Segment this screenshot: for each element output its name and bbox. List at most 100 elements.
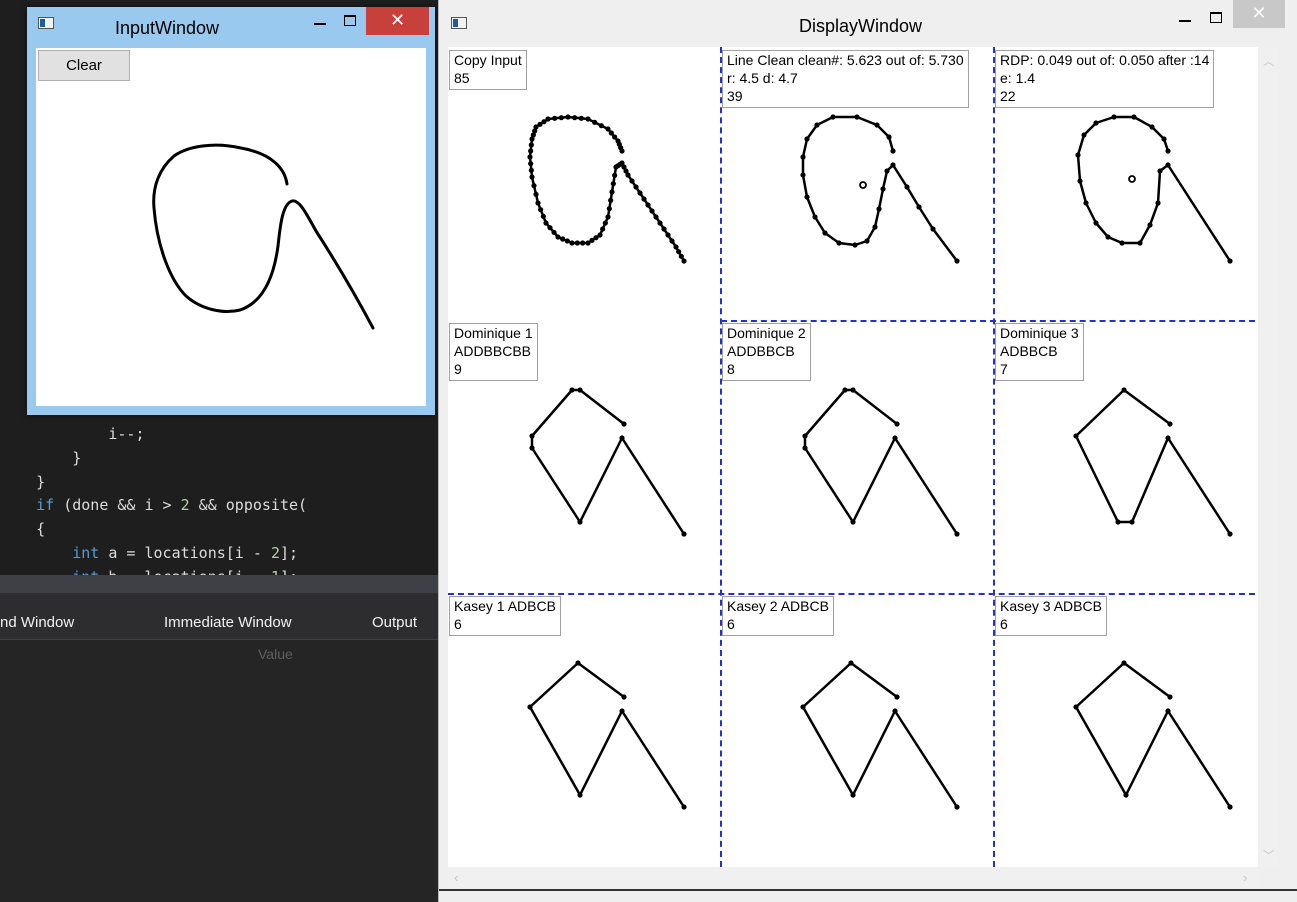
stroke-point <box>802 433 808 439</box>
stroke-point <box>610 181 616 187</box>
stroke-point <box>904 184 910 190</box>
stroke-point <box>1165 435 1171 441</box>
stroke-point <box>892 708 898 714</box>
cell-info-line: RDP: 0.049 out of: 0.050 after :14 <box>1000 52 1210 68</box>
stroke-point <box>605 126 611 132</box>
minimize-button[interactable] <box>305 9 335 33</box>
stroke-path <box>803 388 959 536</box>
app-icon <box>38 17 54 29</box>
stroke-point <box>1121 660 1127 666</box>
cell-info-line: 6 <box>1000 616 1008 632</box>
stroke-point <box>1165 148 1171 154</box>
cell-info-line: 22 <box>1000 88 1016 104</box>
stroke-point <box>800 172 806 178</box>
result-cell: Kasey 1 ADBCB 6 <box>448 593 720 865</box>
result-cell: Copy Input 85 <box>448 47 720 319</box>
stroke-point <box>1165 708 1171 714</box>
result-cell: Dominique 1 ADDBBCBB 9 <box>448 320 720 592</box>
cell-info-label: Dominique 1 ADDBBCBB 9 <box>449 323 538 381</box>
stroke-point <box>681 531 687 537</box>
stroke-point <box>565 114 571 120</box>
scroll-right-icon[interactable]: › <box>1243 870 1247 885</box>
stroke-point <box>528 167 534 173</box>
horizontal-scrollbar[interactable]: ‹ › <box>448 867 1258 887</box>
stroke-point <box>1115 519 1121 525</box>
stroke-point <box>608 130 614 136</box>
stroke-point <box>954 258 960 264</box>
stroke-point <box>1137 240 1143 246</box>
stroke-point <box>629 178 635 184</box>
stroke-point <box>850 387 856 393</box>
close-button[interactable]: ✕ <box>1233 0 1285 28</box>
code-line: if (done && i > 2 && opposite( <box>36 496 308 514</box>
maximize-button[interactable] <box>1201 6 1231 30</box>
stroke-point <box>800 154 806 160</box>
cell-info-line: Dominique 1 <box>454 325 533 341</box>
stroke-point <box>653 214 659 220</box>
stroke-point <box>621 694 627 700</box>
stroke-point <box>619 435 625 441</box>
stroke-point <box>954 804 960 810</box>
stroke-point <box>890 148 896 154</box>
tab-command-window[interactable]: nd Window <box>0 614 74 631</box>
panel-splitter[interactable] <box>0 575 440 593</box>
stroke-point <box>577 792 583 798</box>
vertical-scrollbar[interactable]: ︿ ﹀ <box>1258 47 1278 867</box>
stroke-point <box>528 142 534 148</box>
scroll-left-icon[interactable]: ‹ <box>454 870 458 885</box>
stroke-point <box>649 208 655 214</box>
scroll-up-icon[interactable]: ︿ <box>1263 53 1274 69</box>
stroke-point <box>598 123 604 129</box>
tab-immediate-window[interactable]: Immediate Window <box>164 614 292 631</box>
window-title: InputWindow <box>115 18 220 38</box>
stroke-point <box>552 115 558 121</box>
stroke-point <box>527 154 533 160</box>
stroke-point <box>665 232 671 238</box>
stroke-point <box>602 220 608 226</box>
stroke-point <box>529 174 535 180</box>
stroke-point <box>1129 519 1135 525</box>
stroke-point <box>1105 234 1111 240</box>
tab-output[interactable]: Output <box>372 614 417 631</box>
stroke-point <box>533 191 539 197</box>
cell-info-label: Line Clean clean#: 5.623 out of: 5.730 r… <box>722 50 969 108</box>
result-cell: Kasey 3 ADBCB 6 <box>994 593 1266 865</box>
stroke-point <box>892 435 898 441</box>
maximize-button[interactable] <box>335 9 365 33</box>
stroke-point <box>1081 132 1087 138</box>
stroke-point <box>676 249 682 255</box>
cell-info-line: Kasey 1 ADBCB <box>454 598 556 614</box>
stroke-point <box>606 206 612 212</box>
center-marker <box>859 181 867 189</box>
cell-info-line: ADDBBCBB <box>454 343 532 359</box>
scroll-down-icon[interactable]: ﹀ <box>1263 847 1274 863</box>
tool-window-tabs: nd Window Immediate Window Output <box>0 607 440 640</box>
stroke-point <box>558 115 564 121</box>
stroke-point <box>641 196 647 202</box>
drawing-canvas[interactable]: Clear <box>36 48 426 406</box>
cell-info-line: e: 1.4 <box>1000 70 1036 86</box>
stroke-point <box>1119 240 1125 246</box>
stroke-point <box>1121 387 1127 393</box>
cell-info-line: Dominique 3 <box>1000 325 1079 341</box>
stroke-point <box>535 200 541 206</box>
cell-info-line: 7 <box>1000 361 1008 377</box>
stroke-point <box>814 122 820 128</box>
stroke-point <box>800 704 806 710</box>
cell-info-line: 9 <box>454 361 462 377</box>
window-border <box>439 889 1297 891</box>
close-button[interactable]: ✕ <box>366 7 429 35</box>
minimize-button[interactable] <box>1170 6 1200 30</box>
result-cell: Line Clean clean#: 5.623 out of: 5.730 r… <box>721 47 993 319</box>
stroke-point <box>1075 152 1081 158</box>
stroke-point <box>681 804 687 810</box>
clear-button[interactable]: Clear <box>38 50 130 81</box>
stroke-point <box>872 224 878 230</box>
window-title: DisplayWindow <box>799 16 923 36</box>
stroke-point <box>1227 258 1233 264</box>
stroke-point <box>890 162 896 168</box>
stroke-point <box>894 694 900 700</box>
stroke-point <box>876 206 882 212</box>
stroke-point <box>1167 694 1173 700</box>
stroke-point <box>529 136 535 142</box>
